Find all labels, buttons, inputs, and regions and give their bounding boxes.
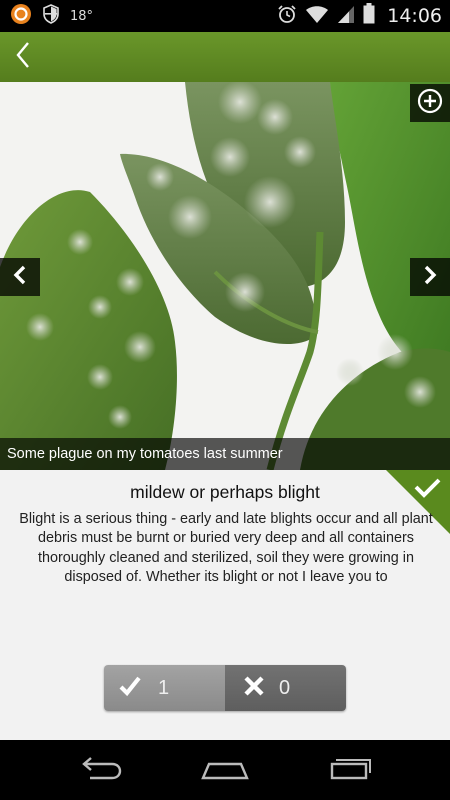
battery-icon [363, 3, 375, 29]
back-icon [78, 756, 122, 785]
system-nav-bar [0, 740, 450, 800]
upvote-button[interactable]: 1 [104, 665, 225, 711]
chevron-right-icon [422, 264, 438, 291]
chevron-left-icon [15, 41, 31, 74]
vote-bar: 1 0 [104, 665, 346, 711]
system-recent-apps-button[interactable] [320, 754, 380, 786]
system-back-button[interactable] [70, 754, 130, 786]
next-photo-button[interactable] [410, 258, 450, 296]
status-bar: 18° 14:06 [0, 0, 450, 32]
photo-viewer: Some plague on my tomatoes last summer [0, 82, 450, 470]
zoom-in-icon [417, 88, 443, 119]
chevron-left-icon [12, 264, 28, 291]
answer-panel: mildew or perhaps blight Blight is a ser… [0, 470, 450, 740]
clock-time: 14:06 [387, 5, 442, 27]
app-bar [0, 32, 450, 82]
photo-caption: Some plague on my tomatoes last summer [0, 438, 450, 470]
answer-title: mildew or perhaps blight [130, 482, 320, 502]
temperature-text: 18° [70, 8, 94, 24]
signal-icon [337, 4, 355, 29]
shield-icon [42, 3, 60, 29]
downvote-count: 0 [279, 676, 291, 699]
downvote-button[interactable]: 0 [225, 665, 346, 711]
previous-photo-button[interactable] [0, 258, 40, 296]
system-home-button[interactable] [195, 754, 255, 786]
cross-icon [243, 675, 265, 702]
zoom-button[interactable] [410, 84, 450, 122]
home-icon [201, 756, 249, 785]
plant-photo [0, 82, 450, 470]
app-notification-icon [10, 3, 32, 30]
answer-body: Blight is a serious thing - early and la… [19, 511, 433, 585]
recent-apps-icon [328, 756, 372, 785]
wifi-icon [305, 4, 329, 29]
checkmark-icon [118, 674, 142, 703]
upvote-count: 1 [158, 676, 170, 699]
alarm-icon [277, 4, 297, 29]
back-button[interactable] [8, 40, 38, 74]
